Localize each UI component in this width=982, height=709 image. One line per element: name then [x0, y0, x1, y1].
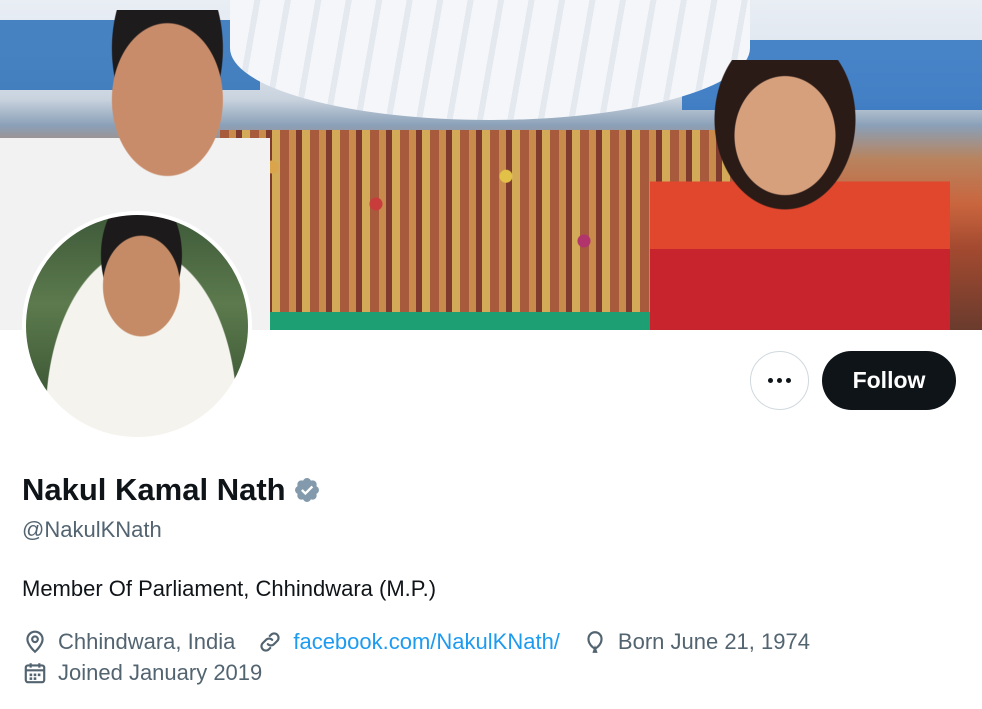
display-name: Nakul Kamal Nath: [22, 472, 286, 507]
banner-stage: [250, 312, 670, 330]
profile-meta-row: Chhindwara, India facebook.com/NakulKNat…: [22, 627, 832, 657]
birthday-text: Born June 21, 1974: [617, 629, 810, 654]
more-horizontal-icon: [768, 378, 773, 383]
banner-person-right: [650, 60, 950, 330]
website-item[interactable]: facebook.com/NakulKNath/: [257, 629, 560, 655]
profile-meta-row-2: Joined January 2019: [22, 658, 284, 688]
profile-name-row: Nakul Kamal Nath: [22, 472, 321, 508]
profile-handle: @NakulKNath: [22, 517, 162, 542]
more-dot: [777, 378, 782, 383]
follow-button[interactable]: Follow: [822, 351, 956, 410]
more-options-button[interactable]: [750, 351, 809, 410]
location-text: Chhindwara, India: [58, 629, 236, 654]
joined-item: Joined January 2019: [22, 660, 262, 686]
birthday-item: Born June 21, 1974: [582, 629, 810, 655]
profile-bio: Member Of Parliament, Chhindwara (M.P.): [22, 576, 437, 601]
calendar-icon: [24, 663, 46, 684]
location-pin-icon: [26, 630, 44, 654]
verified-badge-icon[interactable]: [293, 476, 321, 504]
profile-avatar[interactable]: [22, 211, 252, 441]
website-link[interactable]: facebook.com/NakulKNath/: [293, 629, 560, 655]
balloon-icon: [587, 631, 603, 653]
joined-text: Joined January 2019: [58, 660, 263, 685]
link-icon: [260, 632, 280, 652]
more-dot: [786, 378, 791, 383]
location-item: Chhindwara, India: [22, 629, 235, 655]
